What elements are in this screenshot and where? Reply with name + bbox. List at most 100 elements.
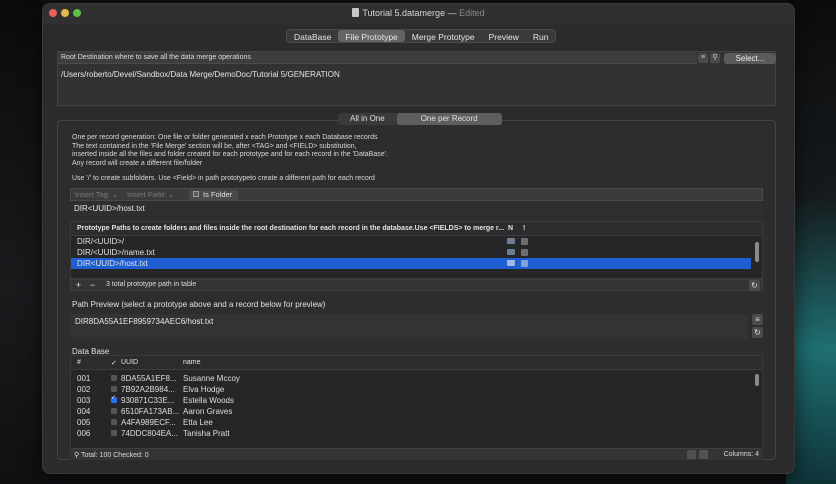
database-tools bbox=[687, 450, 708, 459]
window-title-text: Tutorial 5.datamerge bbox=[362, 8, 446, 18]
prototype-paths-table: Prototype Paths to create folders and fi… bbox=[70, 221, 763, 279]
row-number: 001 bbox=[77, 374, 91, 383]
path-preview-value: DIR8DA55A1EF8959734AEC6/host.txt bbox=[75, 317, 214, 326]
description-line: One per record generation: One file or f… bbox=[72, 134, 378, 141]
database-scrollbar[interactable] bbox=[755, 374, 759, 386]
paths-header-exclaim: ! bbox=[523, 225, 526, 232]
paths-header-n: N bbox=[508, 225, 514, 232]
description-line: The text contained in the 'File Merge' s… bbox=[72, 142, 357, 150]
row-uuid: 8DA55A1EF8... bbox=[121, 374, 177, 383]
database-totals: ⚲ Total: 100 Checked: 0 bbox=[74, 452, 149, 459]
row-name: Estella Woods bbox=[183, 396, 234, 405]
row-name: Susanne Mccoy bbox=[183, 374, 240, 383]
refresh-icon[interactable]: ↻ bbox=[749, 280, 760, 291]
root-icons: ≡ ⚲ bbox=[698, 53, 720, 63]
row-checkbox[interactable] bbox=[111, 386, 117, 392]
search-icon[interactable]: ⚲ bbox=[710, 53, 720, 63]
tab-preview[interactable]: Preview bbox=[482, 30, 526, 42]
columns-icon[interactable] bbox=[699, 450, 708, 459]
app-window: Tutorial 5.datamerge — Edited DataBase F… bbox=[42, 3, 795, 474]
column-header-uuid[interactable]: UUID bbox=[121, 359, 138, 366]
path-text: DIR<UUID>/host.txt bbox=[77, 259, 148, 268]
row-uuid: 7B92A2B984... bbox=[121, 385, 175, 394]
window-title: Tutorial 5.datamerge — Edited bbox=[43, 8, 794, 18]
mode-one-per-record[interactable]: One per Record bbox=[396, 113, 502, 125]
paths-table-header: Prototype Paths to create folders and fi… bbox=[71, 222, 762, 236]
desktop-background-left bbox=[0, 0, 42, 484]
insert-tag-popup[interactable]: Insert Tag: ⌄ bbox=[75, 190, 125, 200]
database-table: # ✓ UUID name 001 8DA55A1EF8... Susanne … bbox=[70, 355, 763, 449]
is-folder-label: Is Folder bbox=[203, 190, 233, 199]
prototype-panel: One per record generation: One file or f… bbox=[57, 120, 776, 460]
column-header-name[interactable]: name bbox=[183, 359, 201, 366]
description-line: inserted inside all the files and folder… bbox=[72, 151, 388, 159]
row-name: Elva Hodge bbox=[183, 385, 225, 394]
arrow-icon bbox=[507, 238, 515, 244]
row-checkbox[interactable] bbox=[111, 430, 117, 436]
column-header-check[interactable]: ✓ bbox=[111, 359, 117, 367]
row-uuid: 6510FA173AB... bbox=[121, 407, 180, 416]
insert-field-popup[interactable]: Insert Field: ⌄ bbox=[127, 190, 183, 200]
table-row[interactable]: 003 930871C33E... Estella Woods bbox=[71, 394, 751, 406]
tab-run[interactable]: Run bbox=[526, 30, 556, 42]
select-button[interactable]: Select... bbox=[724, 53, 776, 64]
insert-field-label: Insert Field: bbox=[127, 190, 167, 199]
tab-database[interactable]: DataBase bbox=[287, 30, 338, 42]
path-preview-title: Path Preview (select a prototype above a… bbox=[72, 300, 326, 309]
generation-mode-segment: All in One One per Record bbox=[338, 113, 502, 125]
add-path-button[interactable]: + bbox=[73, 280, 84, 290]
remove-path-button[interactable]: − bbox=[87, 280, 98, 290]
paths-header-label: Prototype Paths to create folders and fi… bbox=[77, 225, 505, 232]
arrow-icon bbox=[507, 260, 515, 266]
key-icon[interactable] bbox=[687, 450, 696, 459]
is-folder-checkbox[interactable]: Is Folder bbox=[189, 190, 239, 200]
row-uuid: A4FA989ECF... bbox=[121, 418, 176, 427]
row-number: 002 bbox=[77, 385, 91, 394]
row-number: 004 bbox=[77, 407, 91, 416]
table-row-selected[interactable]: DIR<UUID>/host.txt bbox=[71, 258, 751, 269]
database-table-header: # ✓ UUID name bbox=[71, 356, 762, 370]
list-icon[interactable]: ≡ bbox=[698, 53, 708, 63]
window-status: Edited bbox=[459, 8, 485, 18]
row-name: Etta Lee bbox=[183, 418, 213, 427]
row-checkbox-checked[interactable] bbox=[111, 394, 117, 403]
row-checkbox[interactable] bbox=[111, 419, 117, 425]
table-row[interactable]: 001 8DA55A1EF8... Susanne Mccoy bbox=[71, 373, 751, 384]
row-uuid: 74DDC804EA... bbox=[121, 429, 178, 438]
table-row[interactable]: 002 7B92A2B984... Elva Hodge bbox=[71, 384, 751, 395]
toggle-icon[interactable] bbox=[521, 238, 528, 245]
description-text: One per record generation: One file or f… bbox=[72, 134, 388, 168]
row-checkbox[interactable] bbox=[111, 375, 117, 381]
root-path-field[interactable]: /Users/roberto/Devel/Sandbox/Data Merge/… bbox=[61, 70, 340, 79]
table-row[interactable]: 006 74DDC804EA... Tanisha Pratt bbox=[71, 428, 751, 439]
mode-all-in-one[interactable]: All in One bbox=[338, 113, 397, 125]
refresh-icon[interactable]: ↻ bbox=[752, 327, 763, 338]
database-columns-count: Columns: 4 bbox=[723, 451, 759, 458]
tab-file-prototype[interactable]: File Prototype bbox=[338, 30, 405, 42]
root-destination-label: Root Destination where to save all the d… bbox=[61, 54, 251, 61]
list-icon[interactable]: ≡ bbox=[752, 314, 763, 325]
toggle-icon[interactable] bbox=[521, 260, 528, 267]
tag-insert-bar: Insert Tag: ⌄ Insert Field: ⌄ Is Folder bbox=[70, 188, 763, 201]
root-label-row: Root Destination where to save all the d… bbox=[58, 52, 697, 64]
path-text: DIR/<UUID>/ bbox=[77, 237, 125, 246]
database-footer: ⚲ Total: 100 Checked: 0 Columns: 4 bbox=[70, 448, 763, 460]
toggle-icon[interactable] bbox=[521, 249, 528, 256]
row-number: 003 bbox=[77, 396, 91, 405]
database-totals-text: Total: 100 Checked: 0 bbox=[80, 452, 149, 459]
row-checkbox[interactable] bbox=[111, 408, 117, 414]
paths-scrollbar[interactable] bbox=[755, 242, 759, 262]
path-edit-field[interactable]: DIR<UUID>/host.txt bbox=[70, 202, 763, 216]
table-row[interactable]: 004 6510FA173AB... Aaron Graves bbox=[71, 406, 751, 417]
insert-tag-label: Insert Tag: bbox=[75, 190, 110, 199]
table-row[interactable]: 005 A4FA989ECF... Etta Lee bbox=[71, 417, 751, 428]
description-line: Any record will create a different file/… bbox=[72, 159, 203, 167]
path-preview-box: DIR8DA55A1EF8959734AEC6/host.txt bbox=[70, 314, 748, 339]
tab-merge-prototype[interactable]: Merge Prototype bbox=[405, 30, 482, 42]
row-number: 006 bbox=[77, 429, 91, 438]
toolbar-tabs: DataBase File Prototype Merge Prototype … bbox=[286, 29, 557, 43]
table-row[interactable]: DIR/<UUID>/name.txt bbox=[71, 247, 751, 258]
titlebar: Tutorial 5.datamerge — Edited bbox=[43, 4, 794, 24]
table-row[interactable]: DIR/<UUID>/ bbox=[71, 236, 751, 247]
column-header-number[interactable]: # bbox=[77, 359, 81, 366]
